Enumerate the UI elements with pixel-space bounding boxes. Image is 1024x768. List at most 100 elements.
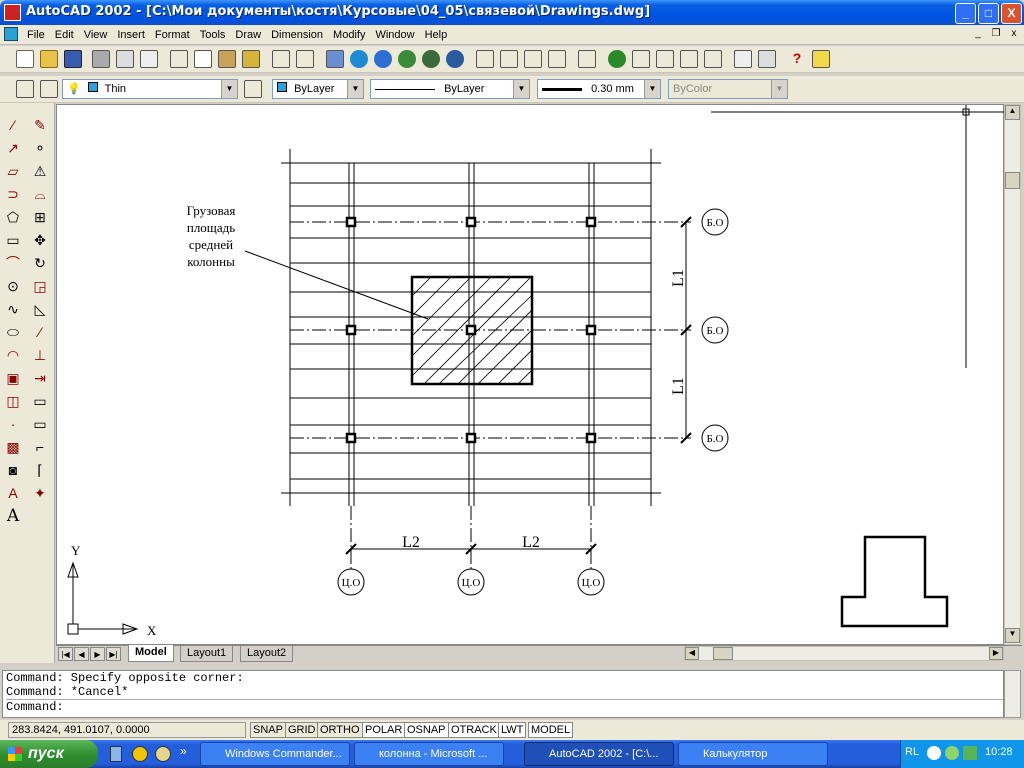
make-block-icon[interactable]: ◫ [3, 391, 23, 411]
tab-last-button[interactable]: ▶| [106, 647, 121, 661]
express-tools-icon[interactable] [812, 50, 830, 68]
menu-modify[interactable]: Modify [328, 25, 370, 45]
menu-insert[interactable]: Insert [112, 25, 150, 45]
rectangle-icon[interactable]: ▭ [3, 230, 23, 250]
fillet-icon[interactable]: ⌈ [30, 460, 50, 480]
chevron-down-icon[interactable]: ▼ [644, 80, 660, 98]
properties-icon[interactable] [734, 50, 752, 68]
polygon-icon[interactable]: ⬠ [3, 207, 23, 227]
scroll-left-icon[interactable]: ◀ [685, 647, 699, 660]
extend-icon[interactable]: ⇥ [30, 368, 50, 388]
tray-sound-icon[interactable] [945, 746, 959, 760]
pan-icon[interactable] [608, 50, 626, 68]
ellipse-arc-icon[interactable]: ◠ [3, 345, 23, 365]
linetype-dropdown[interactable]: ByLayer ▼ [370, 79, 530, 99]
chevron-down-icon[interactable]: ▼ [347, 80, 363, 98]
publish-icon[interactable] [422, 50, 440, 68]
quicklaunch-desktop-icon[interactable] [110, 746, 122, 762]
rotate-icon[interactable]: ↻ [30, 253, 50, 273]
otrack-toggle[interactable]: OTRACK [448, 722, 500, 738]
undo-icon[interactable] [272, 50, 290, 68]
minimize-button[interactable]: _ [955, 3, 976, 24]
chamfer-icon[interactable]: ⌐ [30, 437, 50, 457]
tab-layout1[interactable]: Layout1 [180, 646, 234, 662]
spelling-icon[interactable] [140, 50, 158, 68]
ucs-icon[interactable] [548, 50, 566, 68]
layer-previous-icon[interactable] [244, 80, 262, 98]
scroll-up-icon[interactable]: ▲ [1005, 105, 1020, 120]
etransmit-icon[interactable] [446, 50, 464, 68]
document-icon[interactable] [4, 27, 18, 41]
copy-icon[interactable] [194, 50, 212, 68]
array-icon[interactable]: ⊞ [30, 207, 50, 227]
line-icon[interactable]: ⁄ [3, 115, 23, 135]
hatch-icon[interactable]: ▩ [3, 437, 23, 457]
ellipse-icon[interactable]: ⬭ [3, 322, 23, 342]
menu-dimension[interactable]: Dimension [266, 25, 328, 45]
task-word-kolonna[interactable]: колонна - Microsoft ... [354, 742, 504, 766]
quicklaunch-expand-icon[interactable]: » [180, 744, 187, 758]
task-autocad[interactable]: AutoCAD 2002 - [C:\... [524, 742, 674, 766]
match-properties-icon[interactable] [242, 50, 260, 68]
quicklaunch-media-icon[interactable] [132, 746, 148, 762]
insert-block-icon[interactable]: ▣ [3, 368, 23, 388]
menu-window[interactable]: Window [370, 25, 419, 45]
break-icon[interactable]: ▭ [30, 391, 50, 411]
chevron-down-icon[interactable]: ▼ [513, 80, 529, 98]
explode-icon[interactable]: ✦ [30, 483, 50, 503]
arc-icon[interactable]: ⌒ [3, 253, 23, 273]
scroll-down-icon[interactable]: ▼ [1005, 628, 1020, 643]
scroll-right-icon[interactable]: ▶ [989, 647, 1003, 660]
print-icon[interactable] [92, 50, 110, 68]
polyline-icon[interactable]: ⊃ [3, 184, 23, 204]
ortho-toggle[interactable]: ORTHO [317, 722, 363, 738]
layer-manager-icon[interactable] [16, 80, 34, 98]
horizontal-scroll-thumb[interactable] [713, 647, 733, 660]
plotstyle-dropdown[interactable]: ByColor ▼ [668, 79, 788, 99]
close-button[interactable]: X [1001, 3, 1022, 24]
tab-next-button[interactable]: ▶ [90, 647, 105, 661]
stretch-icon[interactable]: ◺ [30, 299, 50, 319]
circle-icon[interactable]: ⊙ [3, 276, 23, 296]
command-prompt[interactable]: Command: [6, 699, 1003, 714]
drawing-canvas[interactable]: Грузовая площадь средней колонны L1 L1 L… [56, 104, 1005, 645]
color-dropdown[interactable]: ByLayer ▼ [272, 79, 364, 99]
move-icon[interactable]: ✥ [30, 230, 50, 250]
erase-icon[interactable]: ✎ [30, 115, 50, 135]
design-center-icon[interactable] [758, 50, 776, 68]
paste-icon[interactable] [218, 50, 236, 68]
save-icon[interactable] [64, 50, 82, 68]
menu-edit[interactable]: Edit [50, 25, 79, 45]
trim-icon[interactable]: ⊥ [30, 345, 50, 365]
command-window[interactable]: Command: Specify opposite corner: Comman… [2, 670, 1004, 718]
copy-object-icon[interactable]: ⚬ [30, 138, 50, 158]
point-icon[interactable]: · [3, 414, 23, 434]
zoom-extents-icon[interactable] [704, 50, 722, 68]
multiline-icon[interactable]: ▱ [3, 161, 23, 181]
linear-dim-icon[interactable] [500, 50, 518, 68]
menu-help[interactable]: Help [420, 25, 453, 45]
lwt-toggle[interactable]: LWT [498, 722, 527, 738]
horizontal-scrollbar[interactable]: ◀ ▶ [684, 646, 1004, 661]
menu-format[interactable]: Format [150, 25, 195, 45]
lineweight-dropdown[interactable]: 0.30 mm ▼ [537, 79, 661, 99]
quicklaunch-browser-icon[interactable] [155, 746, 171, 762]
print-preview-icon[interactable] [116, 50, 134, 68]
command-scrollbar[interactable] [1004, 670, 1021, 718]
meet-now-icon[interactable] [398, 50, 416, 68]
tab-prev-button[interactable]: ◀ [74, 647, 89, 661]
autocad-app-icon[interactable] [4, 4, 21, 21]
task-calculator[interactable]: Калькулятор [678, 742, 828, 766]
mdi-minimize-button[interactable]: _ [970, 28, 986, 42]
menu-file[interactable]: File [22, 25, 50, 45]
vertical-scroll-thumb[interactable] [1005, 172, 1020, 189]
break-at-point-icon[interactable]: ▭ [30, 414, 50, 434]
construction-line-icon[interactable]: ↗ [3, 138, 23, 158]
chevron-down-icon[interactable]: ▼ [221, 80, 237, 98]
menu-draw[interactable]: Draw [230, 25, 266, 45]
polar-toggle[interactable]: POLAR [362, 722, 406, 738]
text-icon[interactable]: A [3, 506, 23, 526]
mdi-restore-button[interactable]: ❐ [988, 28, 1004, 42]
model-toggle[interactable]: MODEL [528, 722, 574, 738]
spline-icon[interactable]: ∿ [3, 299, 23, 319]
